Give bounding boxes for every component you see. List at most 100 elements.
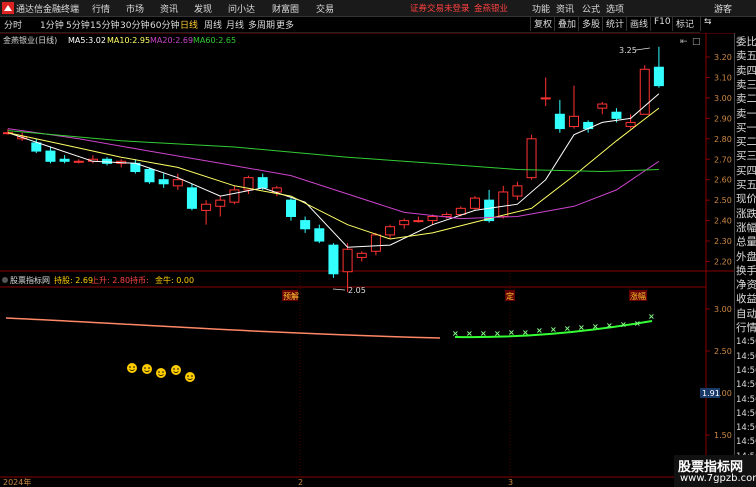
side-panel-row: 自动: [736, 307, 756, 320]
kline-chart[interactable]: 金燕银业(日线) MA5:3.02 MA10:2.95 MA20:2.69 MA…: [0, 33, 734, 487]
candle[interactable]: [314, 224, 325, 244]
candlestick-plot[interactable]: [3, 46, 664, 293]
indicator-x-marker: ×: [508, 328, 515, 337]
candle[interactable]: [87, 155, 98, 164]
menu-formula[interactable]: 公式: [582, 2, 600, 15]
menu-options[interactable]: 选项: [606, 2, 624, 15]
candle[interactable]: [569, 85, 579, 129]
menu-trade[interactable]: 交易: [316, 2, 334, 15]
indicator-x-marker: ×: [564, 324, 571, 333]
candle[interactable]: [356, 251, 367, 262]
smiley-icon: [142, 364, 152, 374]
menu-wealth[interactable]: 财富圈: [272, 2, 299, 15]
period-15min[interactable]: 15分钟: [90, 18, 119, 31]
chart-expand-icon: □: [692, 37, 701, 47]
chart-nav-icon: ⇤: [680, 37, 688, 47]
candle[interactable]: [328, 243, 339, 278]
side-panel-row: 卖五: [736, 50, 756, 63]
candle[interactable]: [653, 46, 664, 88]
menu-ask[interactable]: 问小达: [228, 2, 255, 15]
candle[interactable]: [286, 198, 296, 221]
candle[interactable]: [639, 65, 650, 115]
candle[interactable]: [385, 224, 396, 240]
period-tick[interactable]: 分时: [4, 18, 22, 31]
price-tick-label: 3.20: [714, 53, 732, 62]
candle[interactable]: [73, 159, 84, 164]
candle[interactable]: [229, 185, 240, 205]
side-panel-row: 14:50: [736, 437, 756, 448]
menu-discover[interactable]: 发现: [194, 2, 212, 15]
period-day[interactable]: 日线: [180, 18, 198, 31]
candle[interactable]: [540, 77, 551, 107]
period-more[interactable]: 更多: [276, 18, 294, 31]
multi-stock-button[interactable]: 多股: [578, 17, 602, 31]
watermark-url: www.7gpzb.com: [680, 473, 756, 484]
candle[interactable]: [186, 183, 197, 211]
candle[interactable]: [130, 159, 141, 174]
smiley-icon: [185, 372, 195, 382]
draw-button[interactable]: 画线: [626, 17, 650, 31]
side-panel-row: 买二: [736, 136, 756, 149]
overlay-button[interactable]: 叠加: [554, 17, 578, 31]
candle[interactable]: [583, 120, 594, 133]
chart-window-controls[interactable]: ⇤ □: [680, 37, 701, 47]
mark-button[interactable]: 标记: [672, 17, 696, 31]
switch-button[interactable]: ⇆: [700, 17, 734, 31]
menu-market[interactable]: 市场: [126, 2, 144, 15]
adjust-button[interactable]: 复权: [530, 17, 554, 31]
ma20-line: [7, 128, 660, 220]
stats-button[interactable]: 统计: [602, 17, 626, 31]
period-week[interactable]: 周线: [204, 18, 222, 31]
candle[interactable]: [144, 167, 155, 184]
candle[interactable]: [102, 157, 113, 166]
period-5min[interactable]: 5分钟: [66, 18, 90, 31]
candle[interactable]: [215, 196, 226, 217]
candle[interactable]: [158, 173, 169, 188]
candle[interactable]: [59, 155, 70, 164]
candle[interactable]: [399, 218, 410, 229]
menu-function[interactable]: 功能: [532, 2, 550, 15]
side-panel-row: 14:50: [736, 365, 756, 376]
menu-news[interactable]: 资讯: [160, 2, 178, 15]
account-name[interactable]: 金燕银业: [474, 2, 508, 14]
candle[interactable]: [413, 216, 424, 223]
guest-label[interactable]: 游客: [714, 2, 732, 15]
indicator-x-marker: ×: [592, 322, 599, 331]
side-panel-row: 换手: [736, 264, 756, 277]
candle[interactable]: [597, 101, 608, 115]
candle[interactable]: [342, 243, 353, 293]
menu-info[interactable]: 资讯: [556, 2, 574, 15]
price-tick-label: 2.40: [714, 217, 732, 226]
side-panel-row: 14:50: [736, 394, 756, 405]
candle[interactable]: [625, 114, 636, 129]
candle[interactable]: [370, 232, 381, 256]
sub-legend-hold: 持股: 2.69: [54, 275, 93, 285]
candle[interactable]: [45, 146, 56, 164]
period-1min[interactable]: 1分钟: [40, 18, 64, 31]
period-30min[interactable]: 30分钟: [120, 18, 149, 31]
period-month[interactable]: 月线: [226, 18, 244, 31]
ma60-line: [7, 130, 659, 173]
candle[interactable]: [526, 134, 537, 180]
indicator-plot[interactable]: × × × × × × × × × × × × × × ×: [5, 312, 655, 382]
side-panel-row: 买一: [736, 121, 756, 134]
indicator-axis: 3.002.502.001.50: [706, 305, 732, 440]
login-warning[interactable]: 证券交易未登录: [410, 2, 470, 14]
candle[interactable]: [469, 196, 480, 211]
candle[interactable]: [116, 159, 127, 168]
candle[interactable]: [201, 200, 212, 225]
candle[interactable]: [512, 181, 523, 201]
candle[interactable]: [300, 216, 311, 233]
candle[interactable]: [172, 173, 183, 190]
ma10-legend: MA10:2.95: [107, 36, 150, 45]
f10-button[interactable]: F10: [650, 17, 672, 31]
period-60min[interactable]: 60分钟: [150, 18, 179, 31]
candle[interactable]: [554, 99, 565, 133]
smiley-icon: [156, 368, 166, 378]
candle[interactable]: [498, 185, 509, 219]
indicator-x-marker: ×: [480, 329, 487, 338]
side-panel-row: 委比: [736, 36, 756, 48]
period-multi[interactable]: 多周期: [248, 18, 275, 31]
menu-quotes[interactable]: 行情: [92, 2, 110, 15]
side-panel-row: 14:50: [736, 337, 756, 348]
